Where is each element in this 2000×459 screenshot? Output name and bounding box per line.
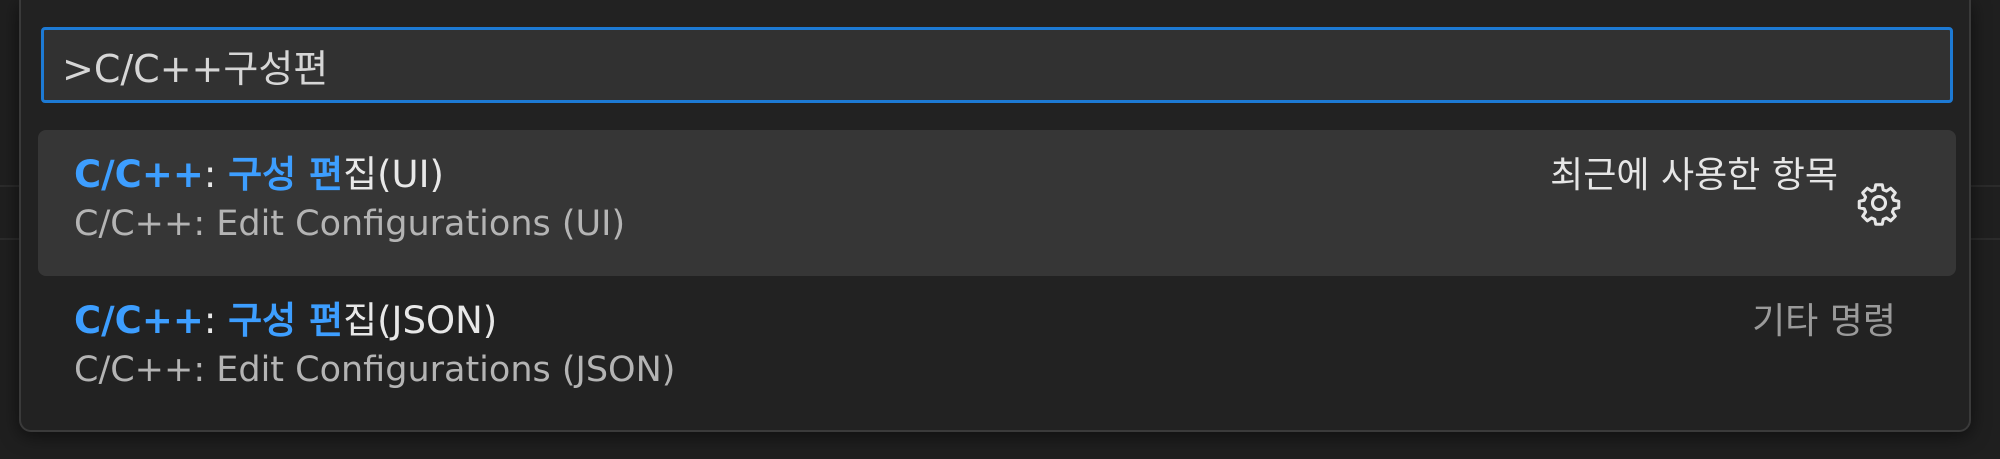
- result-title: C/C++: 구성 편집(JSON): [74, 290, 497, 344]
- title-match: C/C++: [74, 299, 204, 342]
- result-item-edit-configurations-ui[interactable]: C/C++: 구성 편집(UI) C/C++: Edit Configurati…: [38, 130, 1956, 276]
- gear-icon[interactable]: [1856, 180, 1902, 226]
- title-rest: 집(UI): [343, 153, 444, 196]
- title-separator: :: [203, 299, 229, 342]
- title-match: 구성 편: [228, 153, 344, 196]
- recently-used-label: 최근에 사용한 항목: [1550, 155, 1838, 196]
- result-item-edit-configurations-json[interactable]: C/C++: 구성 편집(JSON) C/C++: Edit Configura…: [38, 276, 1956, 422]
- title-separator: :: [203, 153, 229, 196]
- command-palette: C/C++: 구성 편집(UI) C/C++: Edit Configurati…: [19, 0, 1971, 432]
- title-rest: 집(JSON): [343, 299, 498, 342]
- result-subtitle: C/C++: Edit Configurations (UI): [74, 204, 626, 244]
- title-match: C/C++: [74, 153, 204, 196]
- title-match: 구성 편: [228, 299, 344, 342]
- result-subtitle: C/C++: Edit Configurations (JSON): [74, 350, 676, 390]
- other-commands-label: 기타 명령: [1752, 301, 1896, 342]
- result-title: C/C++: 구성 편집(UI): [74, 144, 444, 198]
- command-input[interactable]: [62, 30, 1922, 100]
- command-input-box[interactable]: [41, 27, 1953, 103]
